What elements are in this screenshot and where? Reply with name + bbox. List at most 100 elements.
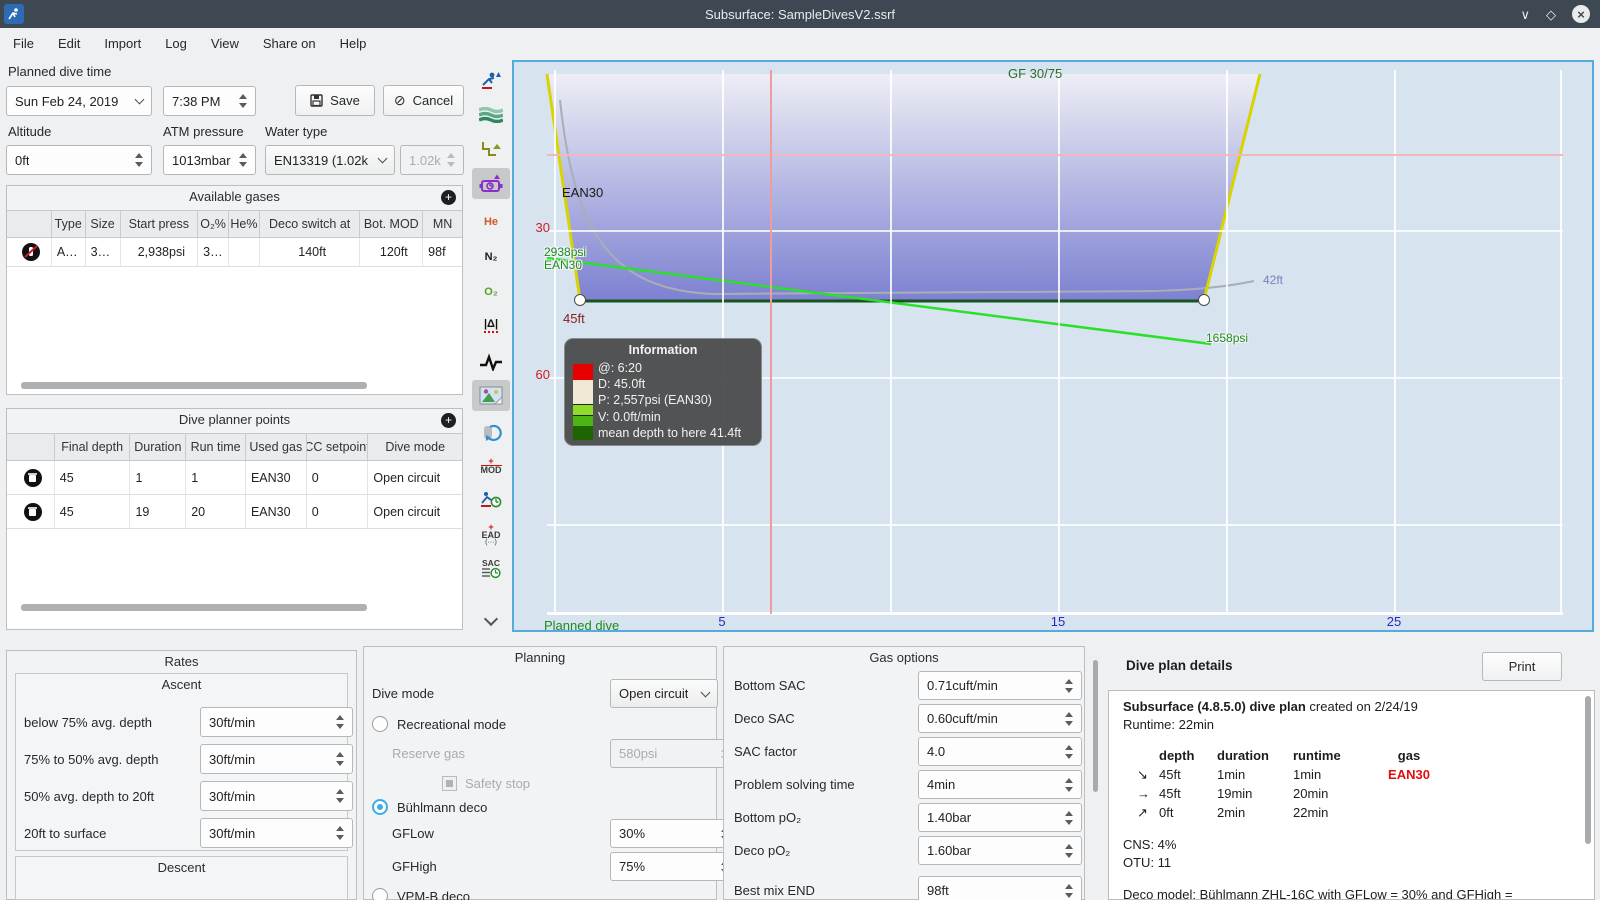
dive-plan-text[interactable]: Subsurface (4.8.5.0) dive plan created o… xyxy=(1108,690,1595,900)
buhlmann-deco-radio[interactable] xyxy=(372,799,388,815)
save-floppy-icon xyxy=(310,94,323,107)
toolbar-dive-mode-button[interactable] xyxy=(472,64,510,95)
altitude-spinner[interactable]: 0ft xyxy=(6,145,152,175)
deco-po2-spinner[interactable]: 1.60bar xyxy=(918,836,1082,865)
deco-sac-spinner[interactable]: 0.60cuft/min xyxy=(918,704,1082,733)
ascent-rate-spinner-4[interactable]: 30ft/min xyxy=(200,818,353,848)
plan-runtime: Runtime: 22min xyxy=(1123,717,1215,732)
delete-point-icon[interactable] xyxy=(23,468,42,487)
menu-log[interactable]: Log xyxy=(165,36,187,51)
spinner-arrows-icon xyxy=(441,153,455,167)
toolbar-heart-rate-button[interactable] xyxy=(472,346,510,377)
menu-help[interactable]: Help xyxy=(340,36,367,51)
start-gas-label: EAN30 xyxy=(544,258,583,272)
spinner-arrows-icon[interactable] xyxy=(129,153,143,167)
segment-arrow-up-icon: ↗ xyxy=(1137,805,1148,820)
dive-mode-combo[interactable]: Open circuit xyxy=(610,679,718,708)
ascent-rate-spinner-1[interactable]: 30ft/min xyxy=(200,707,353,737)
toolbar-water-salinity-button[interactable] xyxy=(472,99,510,130)
planner-point-row[interactable]: 45 19 20 EAN30 0 Open circuit xyxy=(7,495,462,529)
points-hscrollbar[interactable] xyxy=(21,604,367,611)
toolbar-ceiling-button[interactable] xyxy=(472,134,510,165)
menu-import[interactable]: Import xyxy=(104,36,141,51)
planner-point-row[interactable]: 45 1 1 EAN30 0 Open circuit xyxy=(7,461,462,495)
add-gas-button[interactable]: + xyxy=(441,190,456,205)
helium-icon: He xyxy=(483,215,499,228)
toolbar-photos-button[interactable] xyxy=(472,380,510,411)
water-type-combo[interactable]: EN13319 (1.02k xyxy=(265,145,395,175)
plan-heading: Subsurface (4.8.5.0) dive plan xyxy=(1123,699,1306,714)
minimize-icon[interactable]: ∨ xyxy=(1520,8,1530,21)
app-icon xyxy=(4,4,24,24)
reserve-gas-label: Reserve gas xyxy=(392,746,465,761)
menu-share-on[interactable]: Share on xyxy=(263,36,316,51)
problem-solving-time-spinner[interactable]: 4min xyxy=(918,770,1082,799)
gas-disabled-icon[interactable] xyxy=(22,243,41,261)
ascent-rate-spinner-3[interactable]: 30ft/min xyxy=(200,781,353,811)
dive-profile-fill xyxy=(547,74,1260,300)
gas-option-label: Bottom SAC xyxy=(734,678,806,693)
plan-deco-model: Deco model: Bühlmann ZHL-16C with GFLow … xyxy=(1123,887,1513,900)
toolbar-calculated-ceiling-button[interactable] xyxy=(472,168,510,199)
ascent-rate-spinner-2[interactable]: 30ft/min xyxy=(200,744,353,774)
gflow-spinner[interactable]: 30% xyxy=(610,819,738,848)
toolbar-sac-button[interactable]: SAC xyxy=(472,553,510,584)
dive-profile-chart[interactable]: GF 30/75 EAN30 2938psi EAN30 45ft 42ft 1… xyxy=(512,60,1594,632)
buhlmann-deco-label[interactable]: Bühlmann deco xyxy=(397,800,487,815)
toolbar-mod-button[interactable]: + MOD xyxy=(472,450,510,481)
information-tooltip[interactable]: Information @: 6:20 D: 45.0ft P: 2,557ps… xyxy=(564,338,762,446)
gf-label: GF 30/75 xyxy=(1008,66,1063,81)
toolbar-o2-graph-button[interactable]: O₂ xyxy=(472,276,510,307)
delete-point-icon[interactable] xyxy=(23,502,42,521)
bottom-sac-spinner[interactable]: 0.71cuft/min xyxy=(918,671,1082,700)
spinner-arrows-icon[interactable] xyxy=(233,153,247,167)
menu-edit[interactable]: Edit xyxy=(58,36,80,51)
toolbar-tank-bar-button[interactable] xyxy=(472,416,510,447)
subsurface-window: Subsurface: SampleDivesV2.ssrf ∨ ◇ × Fil… xyxy=(0,0,1600,900)
vpmb-deco-label[interactable]: VPM-B deco xyxy=(397,889,470,900)
atm-pressure-spinner[interactable]: 1013mbar xyxy=(163,145,256,175)
best-mix-end-spinner[interactable]: 98ft xyxy=(918,876,1082,900)
plan-text-vscrollbar[interactable] xyxy=(1585,696,1591,844)
toolbar-scroll-down-button[interactable] xyxy=(472,606,510,637)
bottom-po2-spinner[interactable]: 1.40bar xyxy=(918,803,1082,832)
cancel-button[interactable]: ⊘ Cancel xyxy=(383,85,464,116)
chevron-down-icon xyxy=(134,94,145,105)
photo-icon xyxy=(479,386,503,405)
gas-option-label: Bottom pO₂ xyxy=(734,810,802,825)
gases-hscrollbar[interactable] xyxy=(21,382,367,389)
close-icon[interactable]: × xyxy=(1572,5,1590,23)
toolbar-he-graph-button[interactable]: He xyxy=(472,206,510,237)
points-header-row: Final depth Duration Run time Used gas C… xyxy=(7,433,462,461)
menu-view[interactable]: View xyxy=(211,36,239,51)
rate-label: 75% to 50% avg. depth xyxy=(24,751,159,767)
panel-vscrollbar[interactable] xyxy=(1093,660,1098,792)
sac-factor-spinner[interactable]: 4.0 xyxy=(918,737,1082,766)
gfhigh-spinner[interactable]: 75% xyxy=(610,852,738,881)
gas-row[interactable]: A… 3… 2,938psi 3… 140ft 120ft 98f xyxy=(7,238,462,267)
toolbar-tissue-delta-button[interactable]: |Δ| xyxy=(472,310,510,341)
menu-file[interactable]: File xyxy=(13,36,34,51)
dive-date-combo[interactable]: Sun Feb 24, 2019 xyxy=(6,86,152,116)
profile-handle[interactable] xyxy=(1198,294,1210,306)
toolbar-ndl-button[interactable] xyxy=(472,484,510,515)
spinner-arrows-icon[interactable] xyxy=(233,94,247,108)
rate-label: below 75% avg. depth xyxy=(24,714,152,730)
recreational-mode-radio[interactable] xyxy=(372,716,388,732)
print-button[interactable]: Print xyxy=(1482,652,1562,681)
toolbar-ead-button[interactable]: + EAD (···) xyxy=(472,519,510,550)
profile-handle[interactable] xyxy=(574,294,586,306)
handle-depth-label: 45ft xyxy=(563,311,585,326)
dive-time-spinner[interactable]: 7:38 PM xyxy=(163,86,256,116)
water-type-label: Water type xyxy=(265,124,328,139)
maximize-icon[interactable]: ◇ xyxy=(1546,8,1556,21)
dive-mode-label: Dive mode xyxy=(372,686,435,701)
add-point-button[interactable]: + xyxy=(441,413,456,428)
recreational-mode-label[interactable]: Recreational mode xyxy=(397,717,506,732)
menu-bar: File Edit Import Log View Share on Help xyxy=(0,28,1600,58)
toolbar-n2-graph-button[interactable]: N₂ xyxy=(472,241,510,272)
tooltip-line: V: 0.0ft/min xyxy=(598,409,661,424)
save-button[interactable]: Save xyxy=(295,85,375,116)
tooltip-line: D: 45.0ft xyxy=(598,377,646,392)
vpmb-deco-radio[interactable] xyxy=(372,888,388,900)
